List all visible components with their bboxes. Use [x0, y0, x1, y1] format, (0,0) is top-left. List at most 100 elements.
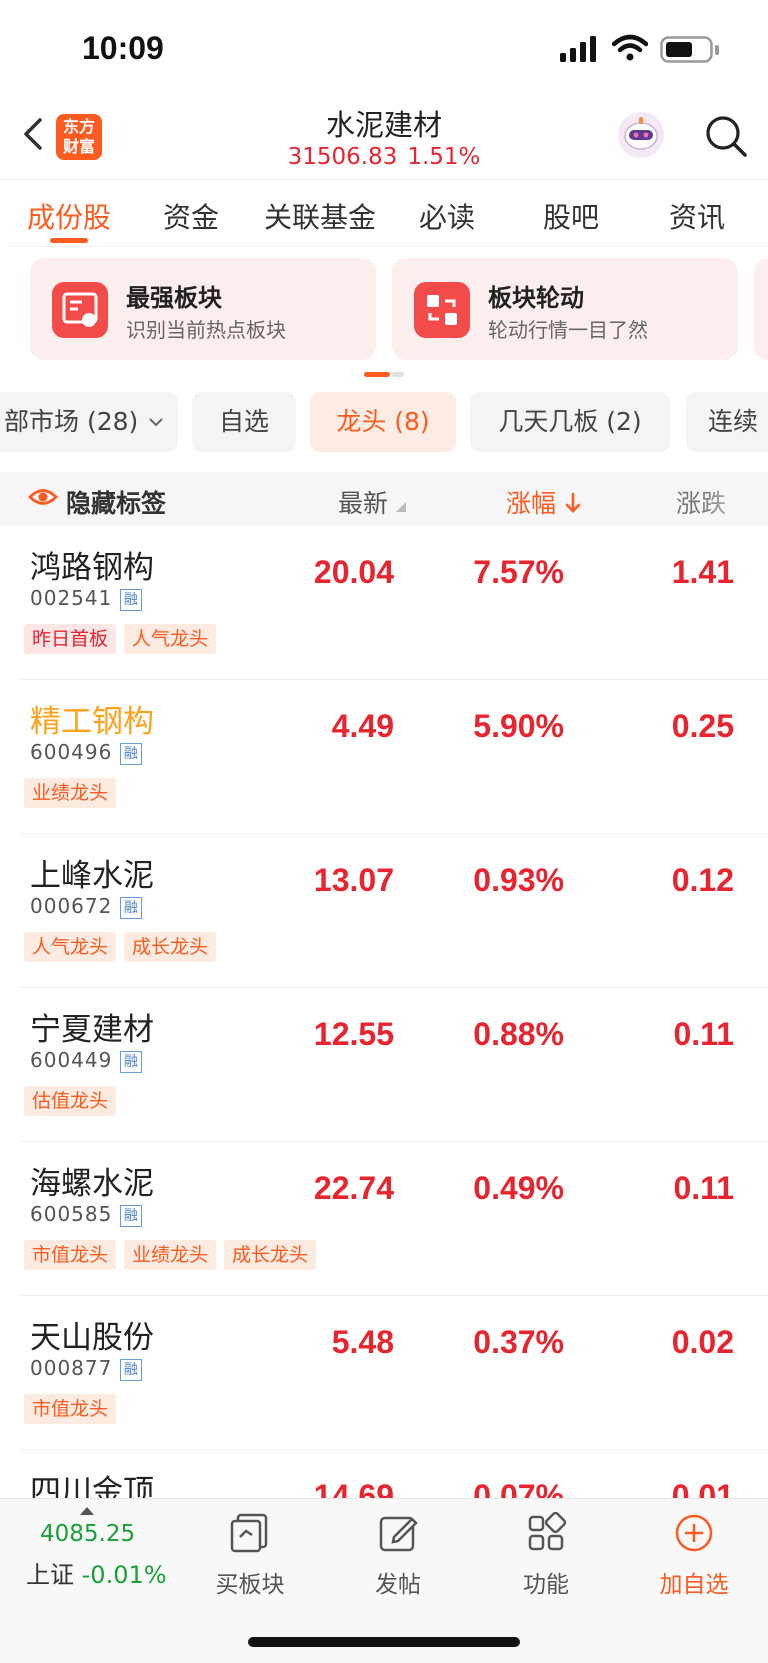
stock-code-line: 000672 融 — [30, 894, 143, 919]
chip-continuous[interactable]: 连续 — [686, 392, 768, 452]
margin-badge: 融 — [120, 589, 143, 611]
caret-up-icon — [80, 1507, 94, 1515]
table-row[interactable]: 上峰水泥 000672 融 人气龙头 成长龙头 13.07 0.93% 0.12 — [0, 834, 768, 988]
functions-button[interactable]: 功能 — [486, 1511, 606, 1599]
chip-all-market[interactable]: 部市场 (28) — [0, 392, 178, 452]
table-header: 隐藏标签 最新 涨幅 涨跌 — [0, 472, 768, 526]
tag-list: 昨日首板 人气龙头 — [24, 624, 224, 654]
add-watchlist-button[interactable]: 加自选 — [634, 1511, 754, 1599]
column-latest-label: 最新 — [338, 489, 389, 518]
tag-list: 估值龙头 — [24, 1086, 124, 1116]
tag: 业绩龙头 — [124, 1240, 217, 1270]
table-row[interactable]: 天山股份 000877 融 市值龙头 5.48 0.37% 0.02 — [0, 1296, 768, 1450]
stock-name: 天山股份 — [30, 1320, 154, 1356]
column-change-pct[interactable]: 涨幅 — [506, 484, 582, 520]
change-percent: 0.37% — [473, 1324, 564, 1360]
hide-tags-toggle[interactable]: 隐藏标签 — [66, 484, 166, 520]
change-amount: 0.11 — [673, 1170, 734, 1206]
table-row[interactable]: 鸿路钢构 002541 融 昨日首板 人气龙头 20.04 7.57% 1.41 — [0, 526, 768, 680]
margin-badge: 融 — [120, 1359, 143, 1381]
tab-forum[interactable]: 股吧 — [536, 196, 606, 236]
tab-components[interactable]: 成份股 — [22, 196, 116, 236]
latest-price: 4.49 — [331, 708, 394, 744]
card-title: 最强板块 — [126, 284, 222, 312]
post-button[interactable]: 发帖 — [338, 1511, 458, 1599]
column-change-pct-label: 涨幅 — [506, 489, 557, 518]
latest-price: 22.74 — [313, 1170, 394, 1206]
change-percent: 7.57% — [473, 554, 564, 590]
shanghai-index-line: 上证 -0.01% — [26, 1555, 167, 1590]
tab-must-read[interactable]: 必读 — [412, 196, 482, 236]
shanghai-index-widget[interactable]: 4085.25 上证 -0.01% — [0, 1499, 176, 1609]
stock-code: 600585 — [30, 1202, 113, 1226]
tab-related-funds[interactable]: 关联基金 — [258, 196, 382, 236]
tag: 市值龙头 — [24, 1394, 117, 1424]
stock-name: 四川金顶 — [30, 1474, 154, 1498]
status-time: 10:09 — [82, 30, 164, 66]
chip-label: 部市场 (28) — [4, 407, 139, 436]
page-header: 东方 财富 水泥建材 31506.83 1.51% — [0, 96, 768, 180]
table-row[interactable]: 宁夏建材 600449 融 估值龙头 12.55 0.88% 0.11 — [0, 988, 768, 1142]
change-amount: 0.02 — [671, 1324, 734, 1360]
tag: 人气龙头 — [24, 932, 117, 962]
chip-leaders[interactable]: 龙头 (8) — [310, 392, 456, 452]
active-tab-indicator — [50, 238, 88, 243]
chip-consecutive-boards[interactable]: 几天几板 (2) — [470, 392, 670, 452]
shanghai-index-value: 4085.25 — [40, 1521, 136, 1547]
add-watchlist-label: 加自选 — [659, 1572, 729, 1598]
chip-watchlist[interactable]: 自选 — [192, 392, 296, 452]
stock-code-line: 600449 融 — [30, 1048, 143, 1073]
change-amount: 0.01 — [671, 1478, 734, 1498]
stock-code-line: 000877 融 — [30, 1356, 143, 1381]
stock-name: 精工钢构 — [30, 704, 154, 740]
stock-name: 上峰水泥 — [30, 858, 154, 894]
buy-board-button[interactable]: 买板块 — [190, 1511, 310, 1599]
tab-news[interactable]: 资讯 — [662, 196, 732, 236]
chevron-down-icon — [149, 418, 163, 427]
tag: 昨日首板 — [24, 624, 117, 654]
change-percent: 0.49% — [473, 1170, 564, 1206]
sort-indicator-icon — [395, 502, 406, 512]
stock-code: 002541 — [30, 586, 113, 610]
latest-price: 13.07 — [313, 862, 394, 898]
status-bar: 10:09 — [0, 0, 768, 100]
sector-rotation-card[interactable]: 板块轮动 轮动行情一目了然 — [392, 258, 738, 360]
stock-name: 鸿路钢构 — [30, 550, 154, 586]
sector-index-value: 31506.83 — [287, 144, 398, 170]
grid-icon — [528, 1511, 567, 1551]
stock-code: 000877 — [30, 1356, 113, 1380]
margin-badge: 融 — [120, 1051, 143, 1073]
next-card-peek[interactable] — [754, 258, 768, 360]
change-percent: 0.07% — [473, 1478, 564, 1498]
table-row[interactable]: 海螺水泥 600585 融 市值龙头 业绩龙头 成长龙头 22.74 0.49% 0.… — [0, 1142, 768, 1296]
buy-board-label: 买板块 — [215, 1572, 285, 1598]
home-indicator — [248, 1637, 520, 1647]
assistant-robot-icon[interactable] — [618, 112, 664, 158]
change-amount: 0.12 — [671, 862, 734, 898]
change-amount: 0.11 — [673, 1016, 734, 1052]
latest-price: 14.69 — [313, 1478, 394, 1498]
header-fade — [700, 472, 768, 526]
strongest-sector-card[interactable]: 最强板块 识别当前热点板块 — [30, 258, 376, 360]
stock-code-line: 002541 融 — [30, 586, 143, 611]
table-row[interactable]: 精工钢构 600496 融 业绩龙头 4.49 5.90% 0.25 — [0, 680, 768, 834]
plus-circle-icon — [675, 1514, 713, 1552]
column-latest[interactable]: 最新 — [338, 484, 406, 520]
stock-code: 000672 — [30, 894, 113, 918]
change-percent: 0.88% — [473, 1016, 564, 1052]
change-amount: 0.25 — [671, 708, 734, 744]
sector-index-change: 1.51% — [407, 144, 481, 170]
shanghai-index-change: -0.01% — [81, 1561, 167, 1589]
card-subtitle: 识别当前热点板块 — [126, 318, 286, 342]
latest-price: 12.55 — [313, 1016, 394, 1052]
eye-icon[interactable] — [28, 486, 58, 508]
stock-name: 海螺水泥 — [30, 1166, 154, 1202]
search-icon[interactable] — [704, 114, 748, 158]
board-icon — [52, 282, 108, 338]
stock-code: 600449 — [30, 1048, 113, 1072]
tag-list: 市值龙头 业绩龙头 成长龙头 — [24, 1240, 324, 1270]
buy-board-icon — [230, 1513, 268, 1553]
tab-funds-flow[interactable]: 资金 — [156, 196, 226, 236]
shanghai-index-name: 上证 — [26, 1561, 74, 1589]
table-row[interactable]: 四川金顶 14.69 0.07% 0.01 — [0, 1450, 768, 1498]
